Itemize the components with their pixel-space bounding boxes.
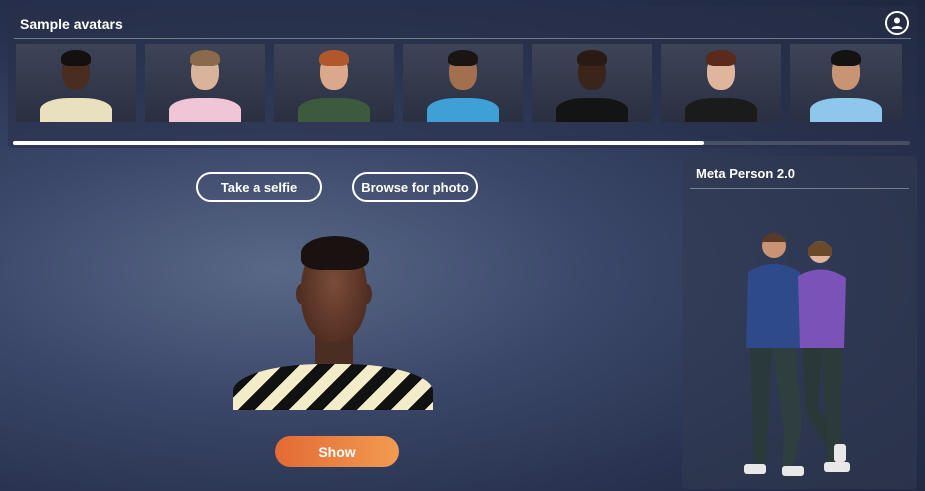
sample-avatars-title: Sample avatars [20, 16, 123, 32]
sample-avatar-thumbnail[interactable] [274, 44, 394, 122]
sample-avatar-thumbnail[interactable] [16, 44, 136, 122]
meta-person-panel[interactable]: Meta Person 2.0 [682, 156, 917, 489]
sample-avatar-thumbnail[interactable] [661, 44, 781, 122]
avatar-scrollbar-thumb[interactable] [13, 141, 704, 145]
panel-divider [690, 188, 909, 189]
panel-divider [14, 38, 911, 39]
meta-person-title: Meta Person 2.0 [696, 166, 795, 181]
show-button[interactable]: Show [275, 436, 399, 467]
avatar-preview [233, 228, 433, 410]
sample-avatar-thumbnail[interactable] [145, 44, 265, 122]
take-selfie-button[interactable]: Take a selfie [196, 172, 322, 202]
avatar-scrollbar[interactable] [13, 141, 910, 145]
user-circle-icon[interactable] [885, 11, 909, 35]
meta-person-figures-image [744, 233, 850, 476]
browse-photo-button[interactable]: Browse for photo [352, 172, 478, 202]
sample-avatar-list [16, 44, 909, 122]
sample-avatar-thumbnail[interactable] [532, 44, 652, 122]
sample-avatar-thumbnail[interactable] [790, 44, 902, 122]
sample-avatar-thumbnail[interactable] [403, 44, 523, 122]
